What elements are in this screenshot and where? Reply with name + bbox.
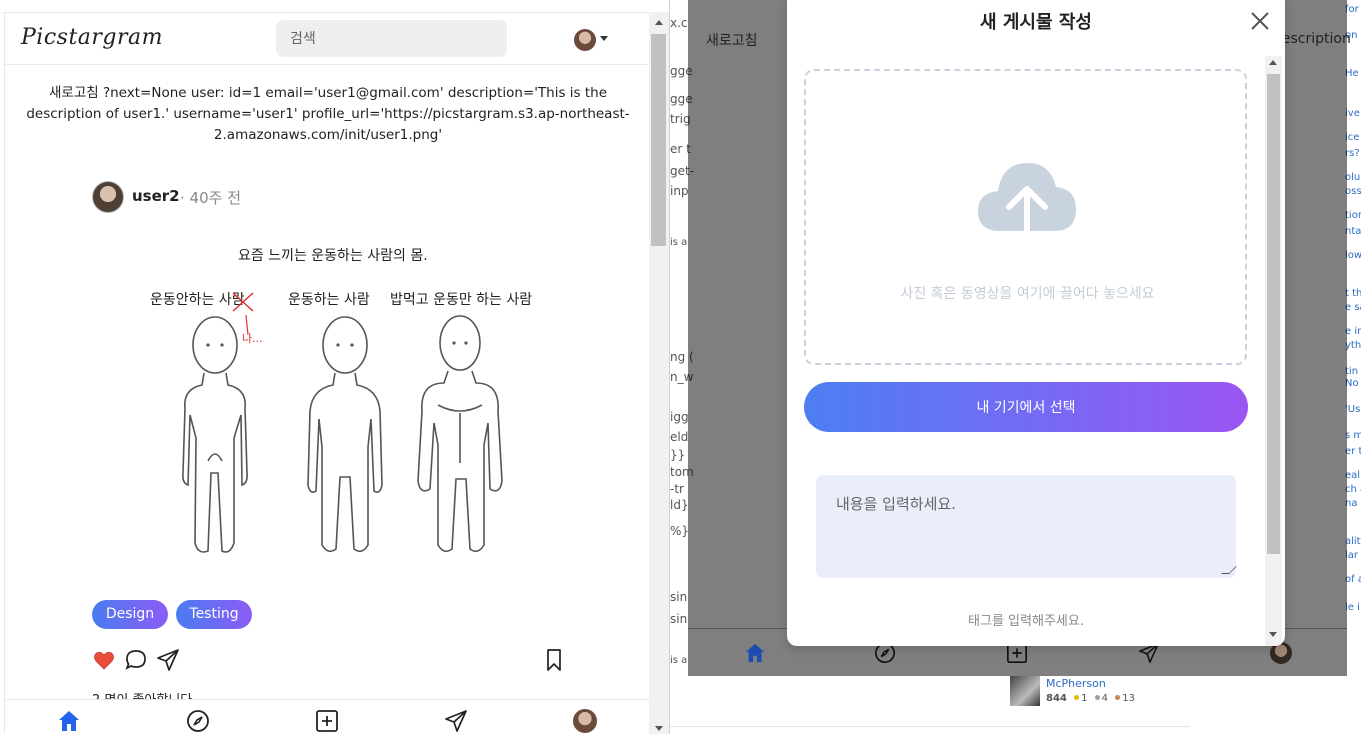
tag-design[interactable]: Design <box>92 600 168 629</box>
background-link-fragment[interactable]: le i <box>1345 602 1360 613</box>
backdrop-refresh-text: 새로고침 <box>706 33 758 49</box>
modal-scrollbar[interactable] <box>1265 56 1282 646</box>
background-text-fragment: x.c <box>670 16 688 30</box>
picstargram-page: Picstargram 새로고침 ?next=None user: id=1 e… <box>4 12 649 734</box>
silver-count: 4 <box>1101 693 1108 704</box>
left-scrollbar-thumb[interactable] <box>651 34 666 246</box>
gold-badge-icon <box>1074 695 1080 700</box>
modal-title: 새 게시물 작성 <box>980 12 1092 33</box>
user-card-avatar[interactable] <box>1010 676 1040 706</box>
content-textarea[interactable] <box>816 475 1236 578</box>
share-send-icon[interactable] <box>156 648 180 672</box>
right-browser-pane: x.c gge gge trig er t get-inp is a ng (n_w igg el… <box>670 0 1361 734</box>
background-link-fragment[interactable]: ice <box>1345 132 1359 143</box>
background-link-fragment[interactable]: ive <box>1345 108 1360 119</box>
background-link-fragment[interactable]: eal <box>1345 470 1360 481</box>
body-drawings <box>182 292 503 553</box>
bottom-navbar <box>5 699 649 734</box>
gold-count: 1 <box>1081 693 1088 704</box>
debug-user-info: 새로고침 ?next=None user: id=1 email='user1@… <box>26 85 630 143</box>
close-icon[interactable] <box>1249 10 1271 32</box>
modal-backdrop[interactable]: 새로고침 description 새 게시물 작성 사진 혹은 동영상을 여기에… <box>688 0 1351 676</box>
background-link-fragment[interactable]: He <box>1345 68 1359 79</box>
left-browser-pane: Picstargram 새로고침 ?next=None user: id=1 e… <box>0 0 670 734</box>
background-text-fragment: is a <box>670 655 688 666</box>
modal-scrollbar-thumb[interactable] <box>1267 74 1280 554</box>
comment-icon[interactable] <box>124 648 148 672</box>
tag-input[interactable]: 태그를 입력해주세요. <box>787 610 1265 629</box>
scroll-down-arrow[interactable] <box>655 726 663 731</box>
background-link-fragment[interactable]: yth <box>1345 340 1361 351</box>
avatar-icon[interactable] <box>573 709 597 733</box>
background-text-fragment: sin <box>670 612 688 626</box>
home-icon[interactable] <box>744 642 766 664</box>
background-text-fragment: sin <box>670 590 688 604</box>
background-link-fragment[interactable]: rs? <box>1345 148 1360 159</box>
background-text-fragment: ld} <box>670 498 689 512</box>
post-timestamp: · 40주 전 <box>180 189 241 207</box>
modal-scroll-up[interactable] <box>1269 60 1277 65</box>
background-link-fragment[interactable]: ch a <box>1345 484 1361 495</box>
background-link-fragment[interactable]: tion <box>1345 210 1361 221</box>
post-author-avatar[interactable] <box>92 181 124 213</box>
background-link-fragment[interactable]: No <box>1345 378 1359 389</box>
heart-icon[interactable] <box>92 648 116 672</box>
background-link-fragment[interactable]: nta <box>1345 226 1361 237</box>
top-navbar: Picstargram <box>5 13 649 65</box>
user-card-name[interactable]: McPherson <box>1046 677 1106 690</box>
reputation: 844 <box>1046 693 1067 704</box>
cloud-upload-icon <box>978 163 1076 258</box>
post-author-username[interactable]: user2 <box>132 187 180 205</box>
background-text-fragment: igg <box>670 410 689 424</box>
bronze-badge-icon <box>1115 695 1121 700</box>
compass-icon[interactable] <box>186 709 210 733</box>
silver-badge-icon <box>1094 695 1100 700</box>
background-link-fragment[interactable]: er t <box>1345 446 1361 457</box>
background-link-fragment[interactable]: of a <box>1345 574 1361 585</box>
background-link-fragment[interactable]: e in <box>1345 326 1361 337</box>
caret-down-icon[interactable] <box>600 36 608 41</box>
post-image[interactable]: 요즘 느끼는 운동하는 사람의 몸. 운동안하는 사람 운동하는 사람 밥먹고 … <box>138 233 538 563</box>
send-icon[interactable] <box>444 709 468 733</box>
background-text-fragment: is a <box>670 237 688 248</box>
home-icon[interactable] <box>57 709 81 733</box>
user-card-stats: 844 1 4 13 <box>1046 693 1135 704</box>
background-link-fragment[interactable]: s m <box>1345 430 1361 441</box>
scroll-up-arrow[interactable] <box>655 20 663 25</box>
search-input[interactable] <box>276 20 507 57</box>
background-link-fragment[interactable]: alit <box>1345 536 1361 547</box>
left-scrollbar[interactable] <box>649 12 669 734</box>
background-link-fragment[interactable]: oss <box>1345 186 1361 197</box>
background-link-fragment[interactable]: 'Us <box>1345 404 1360 415</box>
background-text-fragment: }} <box>670 448 686 462</box>
plus-square-icon[interactable] <box>315 709 339 733</box>
select-from-device-button[interactable]: 내 기기에서 선택 <box>804 382 1248 432</box>
divider <box>670 726 1190 727</box>
background-text-fragment: -tr <box>670 482 684 496</box>
background-link-fragment[interactable]: low <box>1345 250 1361 261</box>
background-link-fragment[interactable]: olu <box>1345 172 1360 183</box>
app-logo[interactable]: Picstargram <box>21 25 163 50</box>
background-text-fragment: inp <box>670 184 689 198</box>
modal-scroll-down[interactable] <box>1269 632 1277 637</box>
file-dropzone[interactable]: 사진 혹은 동영상을 여기에 끌어다 놓으세요 <box>804 69 1247 365</box>
post-actions <box>92 648 567 674</box>
profile-avatar[interactable] <box>574 29 596 51</box>
background-link-fragment[interactable]: t th <box>1345 288 1361 299</box>
background-text-fragment: eld <box>670 430 689 444</box>
tag-testing[interactable]: Testing <box>176 600 252 629</box>
background-link-fragment[interactable]: e sa <box>1345 302 1361 313</box>
background-text-fragment: %} <box>670 524 690 538</box>
dropzone-text: 사진 혹은 동영상을 여기에 끌어다 놓으세요 <box>900 286 1155 302</box>
bronze-count: 13 <box>1122 693 1135 704</box>
new-post-modal: 새 게시물 작성 사진 혹은 동영상을 여기에 끌어다 놓으세요 내 기기에서 … <box>787 0 1285 646</box>
bookmark-icon[interactable] <box>542 648 566 672</box>
background-link-fragment[interactable]: for <box>1345 4 1359 15</box>
